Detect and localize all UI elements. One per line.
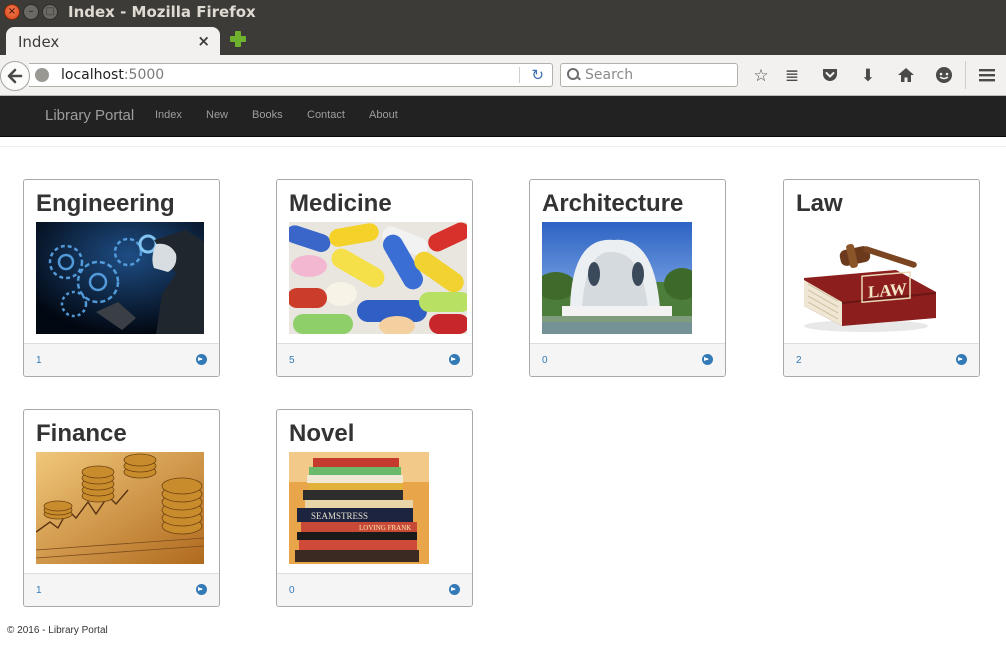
category-count[interactable]: 0 [542,355,548,366]
close-icon: × [7,6,17,17]
building-image [542,222,692,334]
back-button[interactable] [0,61,30,91]
category-count[interactable]: 1 [36,355,42,366]
circle-arrow-right-icon[interactable] [702,354,713,365]
category-title: Architecture [542,190,684,217]
reading-list-icon[interactable]: ≣ [782,66,802,86]
tab-label: Index [18,33,60,51]
category-title: Novel [289,420,355,447]
new-tab-plus-icon[interactable] [230,31,246,47]
category-title: Medicine [289,190,392,217]
bookmark-star-icon[interactable]: ☆ [751,66,771,86]
maximize-icon: □ [45,6,55,17]
back-arrow-icon [7,68,23,84]
url-bar[interactable]: localhost:5000 ↻ [29,63,553,87]
url-text[interactable]: localhost:5000 [61,67,164,83]
law-book-lettering: LAW [868,279,907,301]
minimize-icon: – [28,6,34,17]
circle-arrow-right-icon[interactable] [449,584,460,595]
gears-hand-image [36,222,204,334]
reload-icon[interactable]: ↻ [531,66,544,84]
panel-footer: 5 [277,343,472,376]
coins-chart-image [36,452,204,564]
window-maximize-button[interactable]: □ [42,4,58,20]
tab-index[interactable]: Index × [6,27,220,55]
circle-arrow-right-icon[interactable] [196,354,207,365]
circle-arrow-right-icon[interactable] [196,584,207,595]
nav-link-index[interactable]: Index [155,109,182,121]
book-spine-title: SEAMSTRESS [311,511,368,521]
home-icon[interactable] [896,66,916,86]
window-title: Index - Mozilla Firefox [68,3,256,21]
category-count[interactable]: 0 [289,585,295,596]
url-divider [519,67,520,83]
category-title: Finance [36,420,127,447]
tab-strip: Index × [0,24,1006,55]
site-identity-icon[interactable] [35,68,49,82]
circle-arrow-right-icon[interactable] [449,354,460,365]
browser-toolbar: localhost:5000 ↻ Search ☆ ≣ ⬇ [0,55,1006,96]
page-footer: © 2016 - Library Portal [7,625,108,636]
pocket-icon[interactable] [820,66,840,86]
circle-arrow-right-icon[interactable] [956,354,967,365]
book-spine-title: LOVING FRANK [359,524,411,532]
toolbar-divider [965,61,966,89]
panel-footer: 0 [277,573,472,606]
category-panel-finance: Finance 1 [23,409,220,607]
download-icon[interactable]: ⬇ [858,66,878,86]
category-panel-medicine: Medicine 5 [276,179,473,377]
content-divider [0,146,1006,147]
search-placeholder: Search [585,67,634,83]
navbar-brand[interactable]: Library Portal [45,107,134,124]
panel-footer: 2 [784,343,979,376]
hello-chat-icon[interactable] [934,66,954,86]
nav-link-contact[interactable]: Contact [307,109,345,121]
panel-footer: 1 [24,573,219,606]
search-bar[interactable]: Search [560,63,738,87]
capsules-image [289,222,467,334]
nav-link-about[interactable]: About [369,109,398,121]
category-panel-novel: Novel SEAMSTRESS LOVING FRANK 0 [276,409,473,607]
search-icon [567,68,579,80]
panel-footer: 1 [24,343,219,376]
law-book-gavel-image: LAW [796,222,936,334]
window-close-button[interactable]: × [4,4,20,20]
nav-link-new[interactable]: New [206,109,228,121]
panel-footer: 0 [530,343,725,376]
hamburger-menu-icon[interactable] [977,66,997,86]
category-count[interactable]: 2 [796,355,802,366]
app-navbar: Library Portal Index New Books Contact A… [0,96,1006,137]
window-minimize-button[interactable]: – [23,4,39,20]
tab-close-button[interactable]: × [197,32,210,50]
category-title: Law [796,190,843,217]
category-panel-architecture: Architecture 0 [529,179,726,377]
category-panel-law: Law LAW 2 [783,179,980,377]
category-count[interactable]: 5 [289,355,295,366]
category-panel-engineering: Engineering 1 [23,179,220,377]
book-stack-image: SEAMSTRESS LOVING FRANK [289,452,429,564]
nav-link-books[interactable]: Books [252,109,283,121]
category-title: Engineering [36,190,175,217]
window-titlebar: × – □ Index - Mozilla Firefox [0,0,1006,24]
category-count[interactable]: 1 [36,585,42,596]
